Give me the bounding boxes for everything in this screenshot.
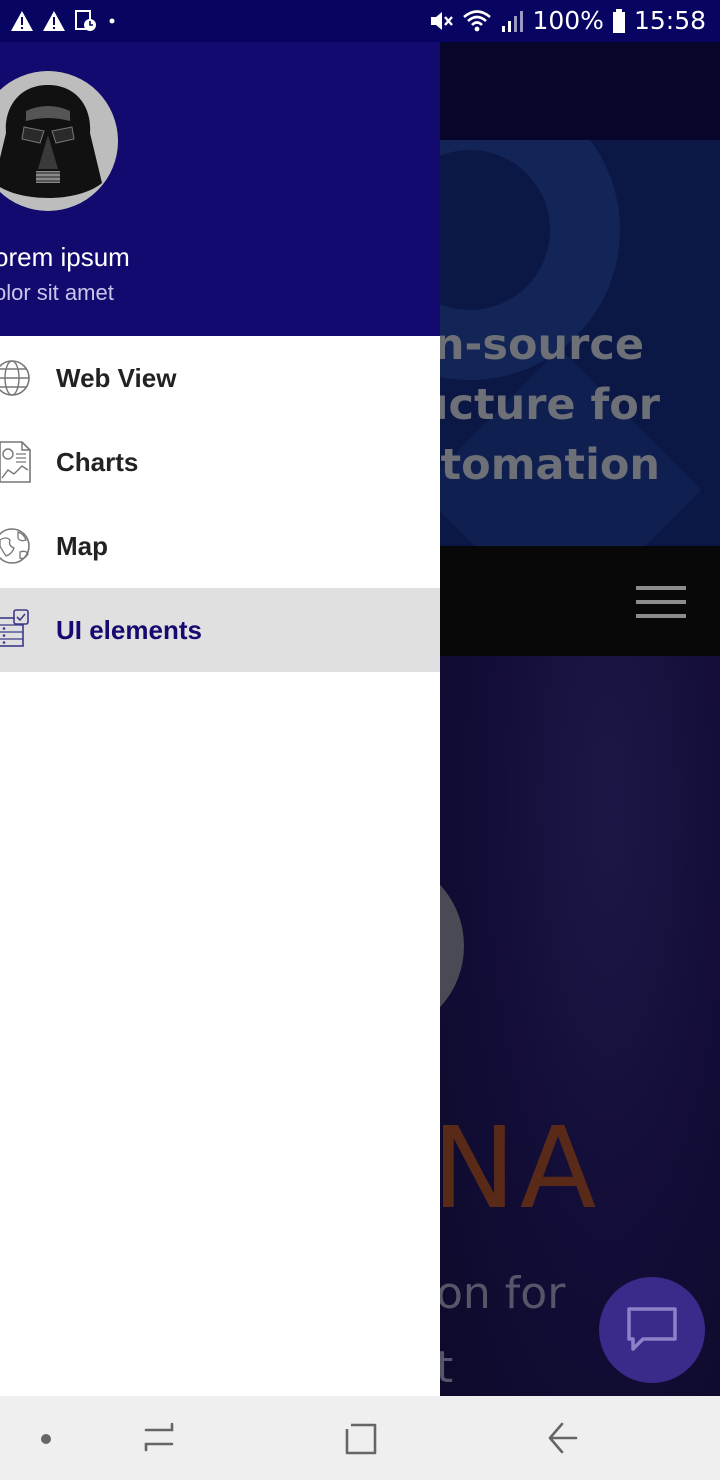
status-indicators: 100% 15:58 <box>428 6 706 35</box>
chat-icon <box>627 1307 677 1351</box>
warning-icon <box>43 11 65 31</box>
hero-text-line: tomation <box>440 440 660 490</box>
background-hero: n-source ucture for tomation <box>440 140 720 546</box>
drawer-item-charts[interactable]: Charts <box>0 420 440 504</box>
signal-icon <box>502 10 524 32</box>
earth-icon <box>0 528 30 564</box>
background-big-text: NA <box>440 1104 601 1234</box>
status-notifications <box>10 9 118 33</box>
dot-icon <box>109 18 115 24</box>
drawer-item-label: Map <box>56 530 108 561</box>
background-topbar <box>440 42 720 140</box>
chat-fab-button <box>599 1277 705 1383</box>
status-bar: 100% 15:58 <box>0 0 720 42</box>
wifi-icon <box>463 9 492 31</box>
chart-document-icon <box>0 441 31 483</box>
navigation-drawer: orem ipsum olor sit amet Web View Charts <box>0 42 440 1396</box>
clock: 15:58 <box>633 6 706 35</box>
user-subtitle: olor sit amet <box>0 280 114 305</box>
battery-icon <box>612 8 625 33</box>
battery-percent: 100% <box>532 6 604 35</box>
warning-icon <box>11 11 33 31</box>
drawer-item-ui-elements[interactable]: UI elements <box>0 588 440 672</box>
drawer-item-map[interactable]: Map <box>0 504 440 588</box>
home-icon[interactable] <box>344 1422 378 1456</box>
drawer-header: orem ipsum olor sit amet <box>0 42 440 336</box>
drawer-item-label: Web View <box>56 362 177 393</box>
background-webpage: n-source ucture for tomation NA on for t <box>440 42 720 1396</box>
background-sub-text: on for <box>440 1268 566 1319</box>
hero-text-line: ucture for <box>440 380 660 430</box>
hamburger-menu-icon <box>636 586 686 628</box>
back-icon[interactable] <box>546 1420 580 1456</box>
mute-icon <box>431 11 454 30</box>
ui-elements-icon <box>0 609 29 647</box>
background-circle-shape <box>440 856 464 1036</box>
user-name: orem ipsum <box>0 242 130 272</box>
drawer-item-label: UI elements <box>56 614 202 645</box>
globe-icon <box>0 360 30 396</box>
avatar[interactable] <box>0 71 118 211</box>
recent-apps-icon[interactable] <box>142 1420 176 1456</box>
drawer-item-label: Charts <box>56 446 139 477</box>
drawer-item-web-view[interactable]: Web View <box>0 336 440 420</box>
drawer-menu: Web View Charts Map UI elements <box>0 336 440 672</box>
dot-icon[interactable] <box>41 1434 51 1444</box>
calendar-clock-icon <box>75 10 96 31</box>
system-nav-bar <box>0 1396 720 1480</box>
background-navbar <box>440 546 720 656</box>
background-sub-text: t <box>440 1342 454 1393</box>
hero-text-line: n-source <box>440 320 644 370</box>
darth-vader-avatar-icon <box>0 71 118 211</box>
